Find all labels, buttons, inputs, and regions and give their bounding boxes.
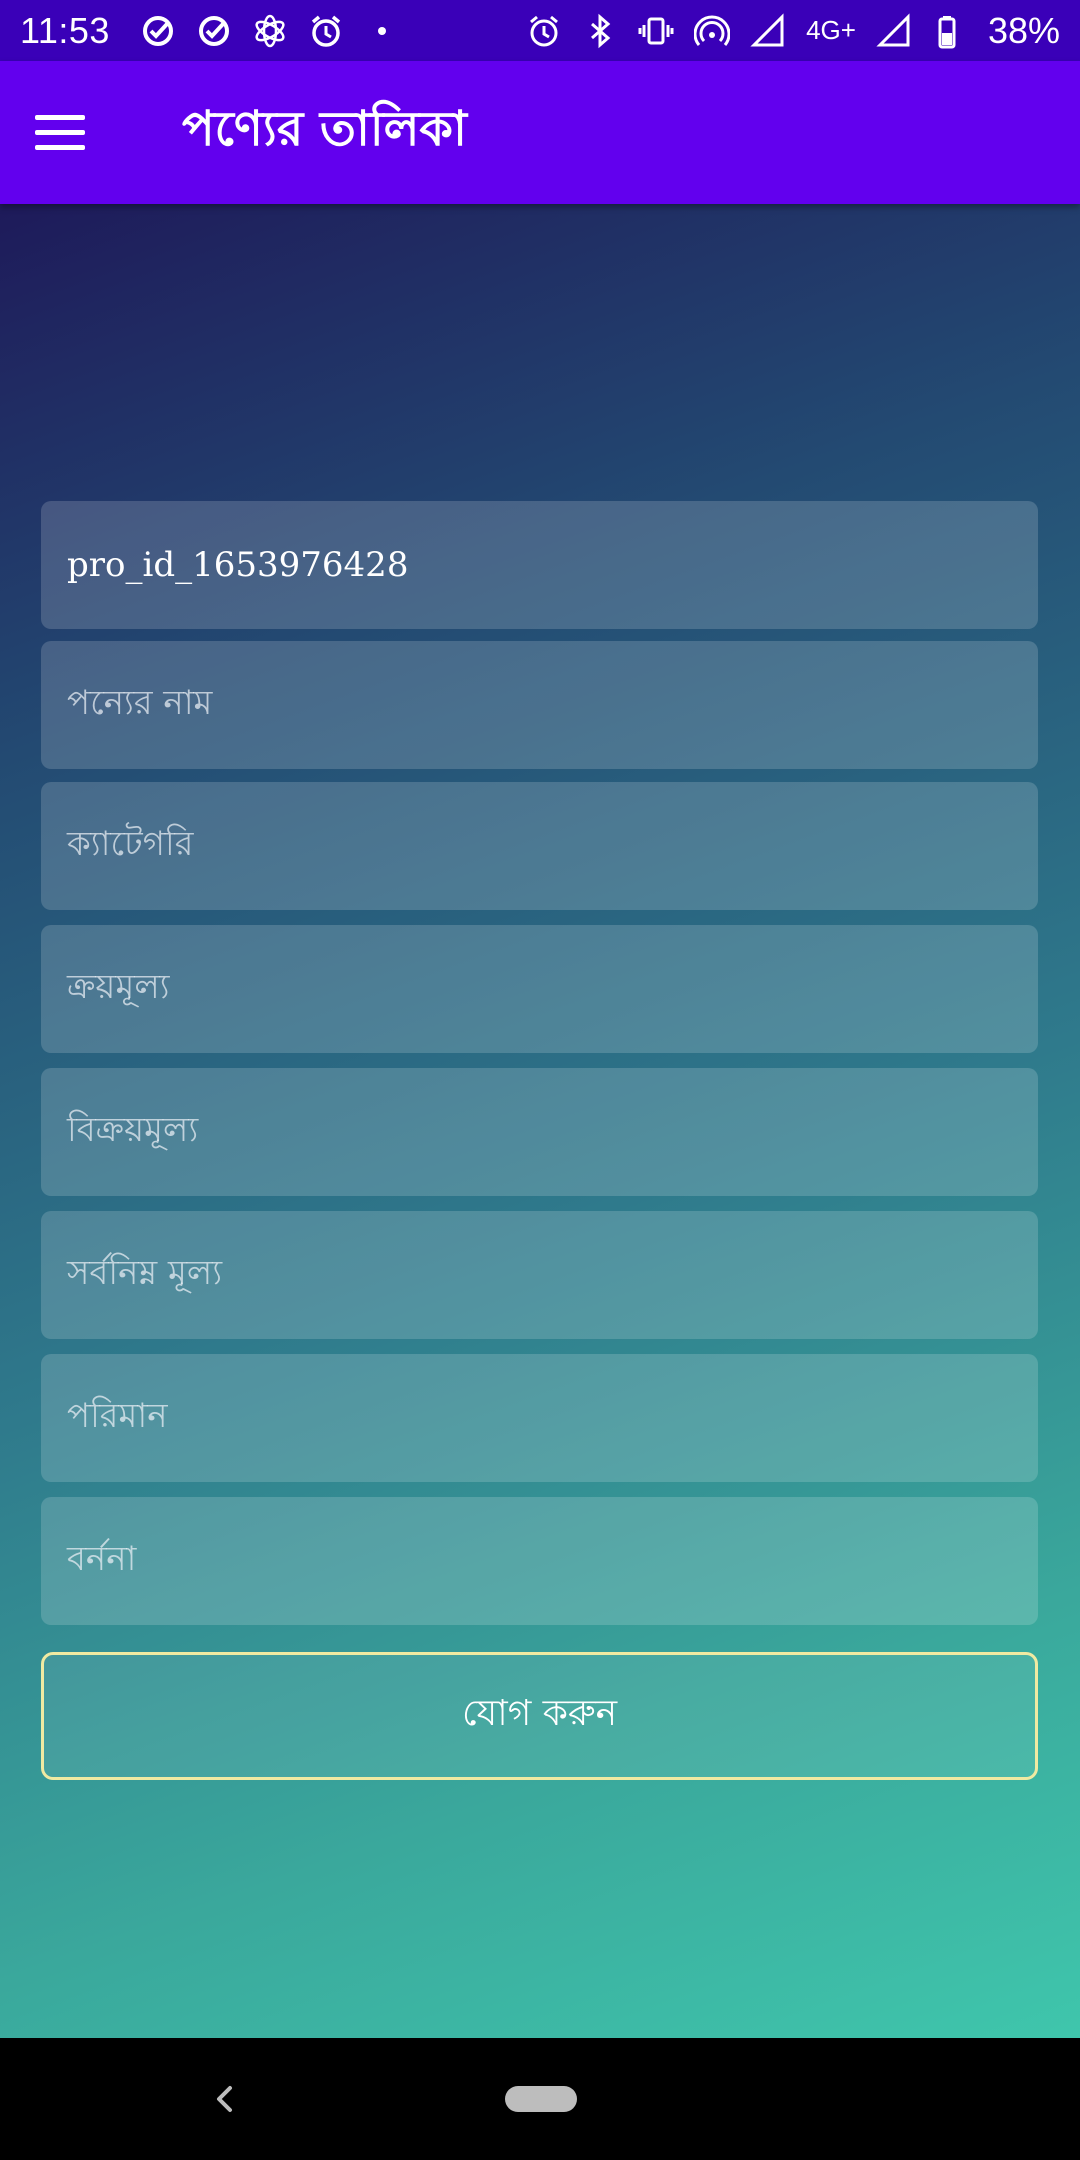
product-id-field[interactable]: pro_id_1653976428: [41, 501, 1038, 629]
check-circle-icon: [196, 13, 232, 49]
product-name-field[interactable]: পন্যের নাম: [41, 641, 1038, 769]
app-bar: পণ্যের তালিকা: [0, 61, 1080, 204]
status-bar: 11:53 4G+ 38%: [0, 0, 1080, 61]
navigation-bar: [0, 2038, 1080, 2160]
description-field[interactable]: বর্ননা: [41, 1497, 1038, 1625]
selling-price-field[interactable]: বিক্রয়মূল্য: [41, 1068, 1038, 1196]
signal-icon: [876, 12, 912, 49]
battery-icon: [932, 13, 968, 49]
hotspot-icon: [694, 13, 731, 49]
status-time: 11:53: [20, 9, 110, 51]
status-right: 4G+ 38%: [526, 10, 1060, 52]
alarm-icon: [526, 13, 562, 49]
purchase-price-field[interactable]: ক্রয়মূল্য: [41, 925, 1038, 1053]
category-field[interactable]: ক্যাটেগরি: [41, 782, 1038, 910]
alarm-icon: [308, 13, 344, 49]
minimum-price-field[interactable]: সর্বনিম্ন মূল্য: [41, 1211, 1038, 1339]
quantity-field[interactable]: পরিমান: [41, 1354, 1038, 1482]
signal-icon: [750, 12, 786, 49]
bluetooth-icon: [582, 13, 618, 49]
network-type: 4G+: [806, 15, 856, 45]
battery-percent: 38%: [987, 9, 1060, 51]
check-circle-icon: [140, 13, 176, 49]
product-form: pro_id_1653976428 পন্যের নাম ক্যাটেগরি ক…: [0, 204, 1080, 2038]
home-pill-button[interactable]: [505, 2086, 577, 2112]
vibrate-icon: [638, 13, 674, 49]
hamburger-menu-icon[interactable]: [35, 97, 107, 169]
settings-flower-icon: [252, 13, 288, 49]
status-left: 11:53: [20, 10, 400, 52]
add-product-button[interactable]: যোগ করুন: [41, 1652, 1038, 1780]
page-title: পণ্যের তালিকা: [182, 101, 467, 157]
back-icon[interactable]: [200, 2074, 250, 2124]
dot-icon: [364, 13, 400, 49]
